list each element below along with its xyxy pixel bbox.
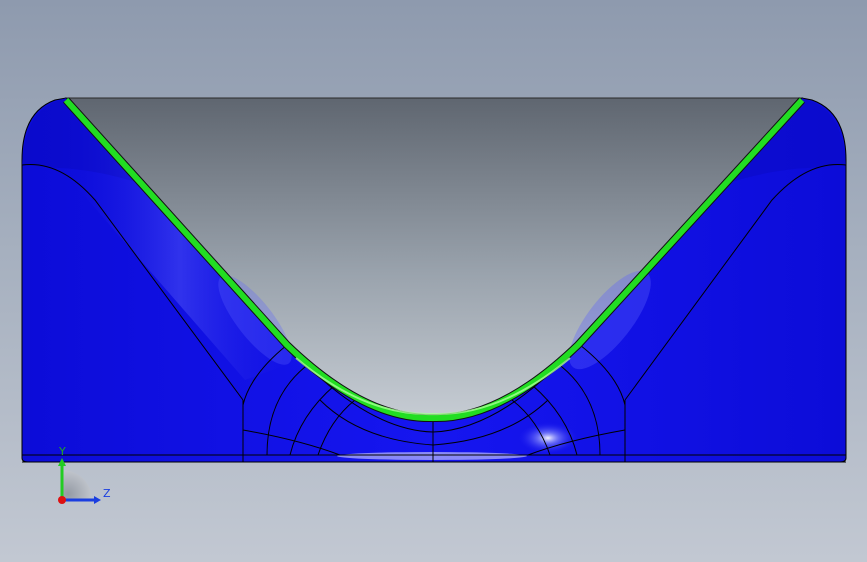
x-axis-dot <box>58 496 66 504</box>
z-axis-arrow <box>94 496 101 504</box>
z-axis-label: Z <box>103 487 111 500</box>
graphics-viewport[interactable]: Y Z <box>0 0 867 562</box>
y-axis-label: Y <box>58 445 66 458</box>
